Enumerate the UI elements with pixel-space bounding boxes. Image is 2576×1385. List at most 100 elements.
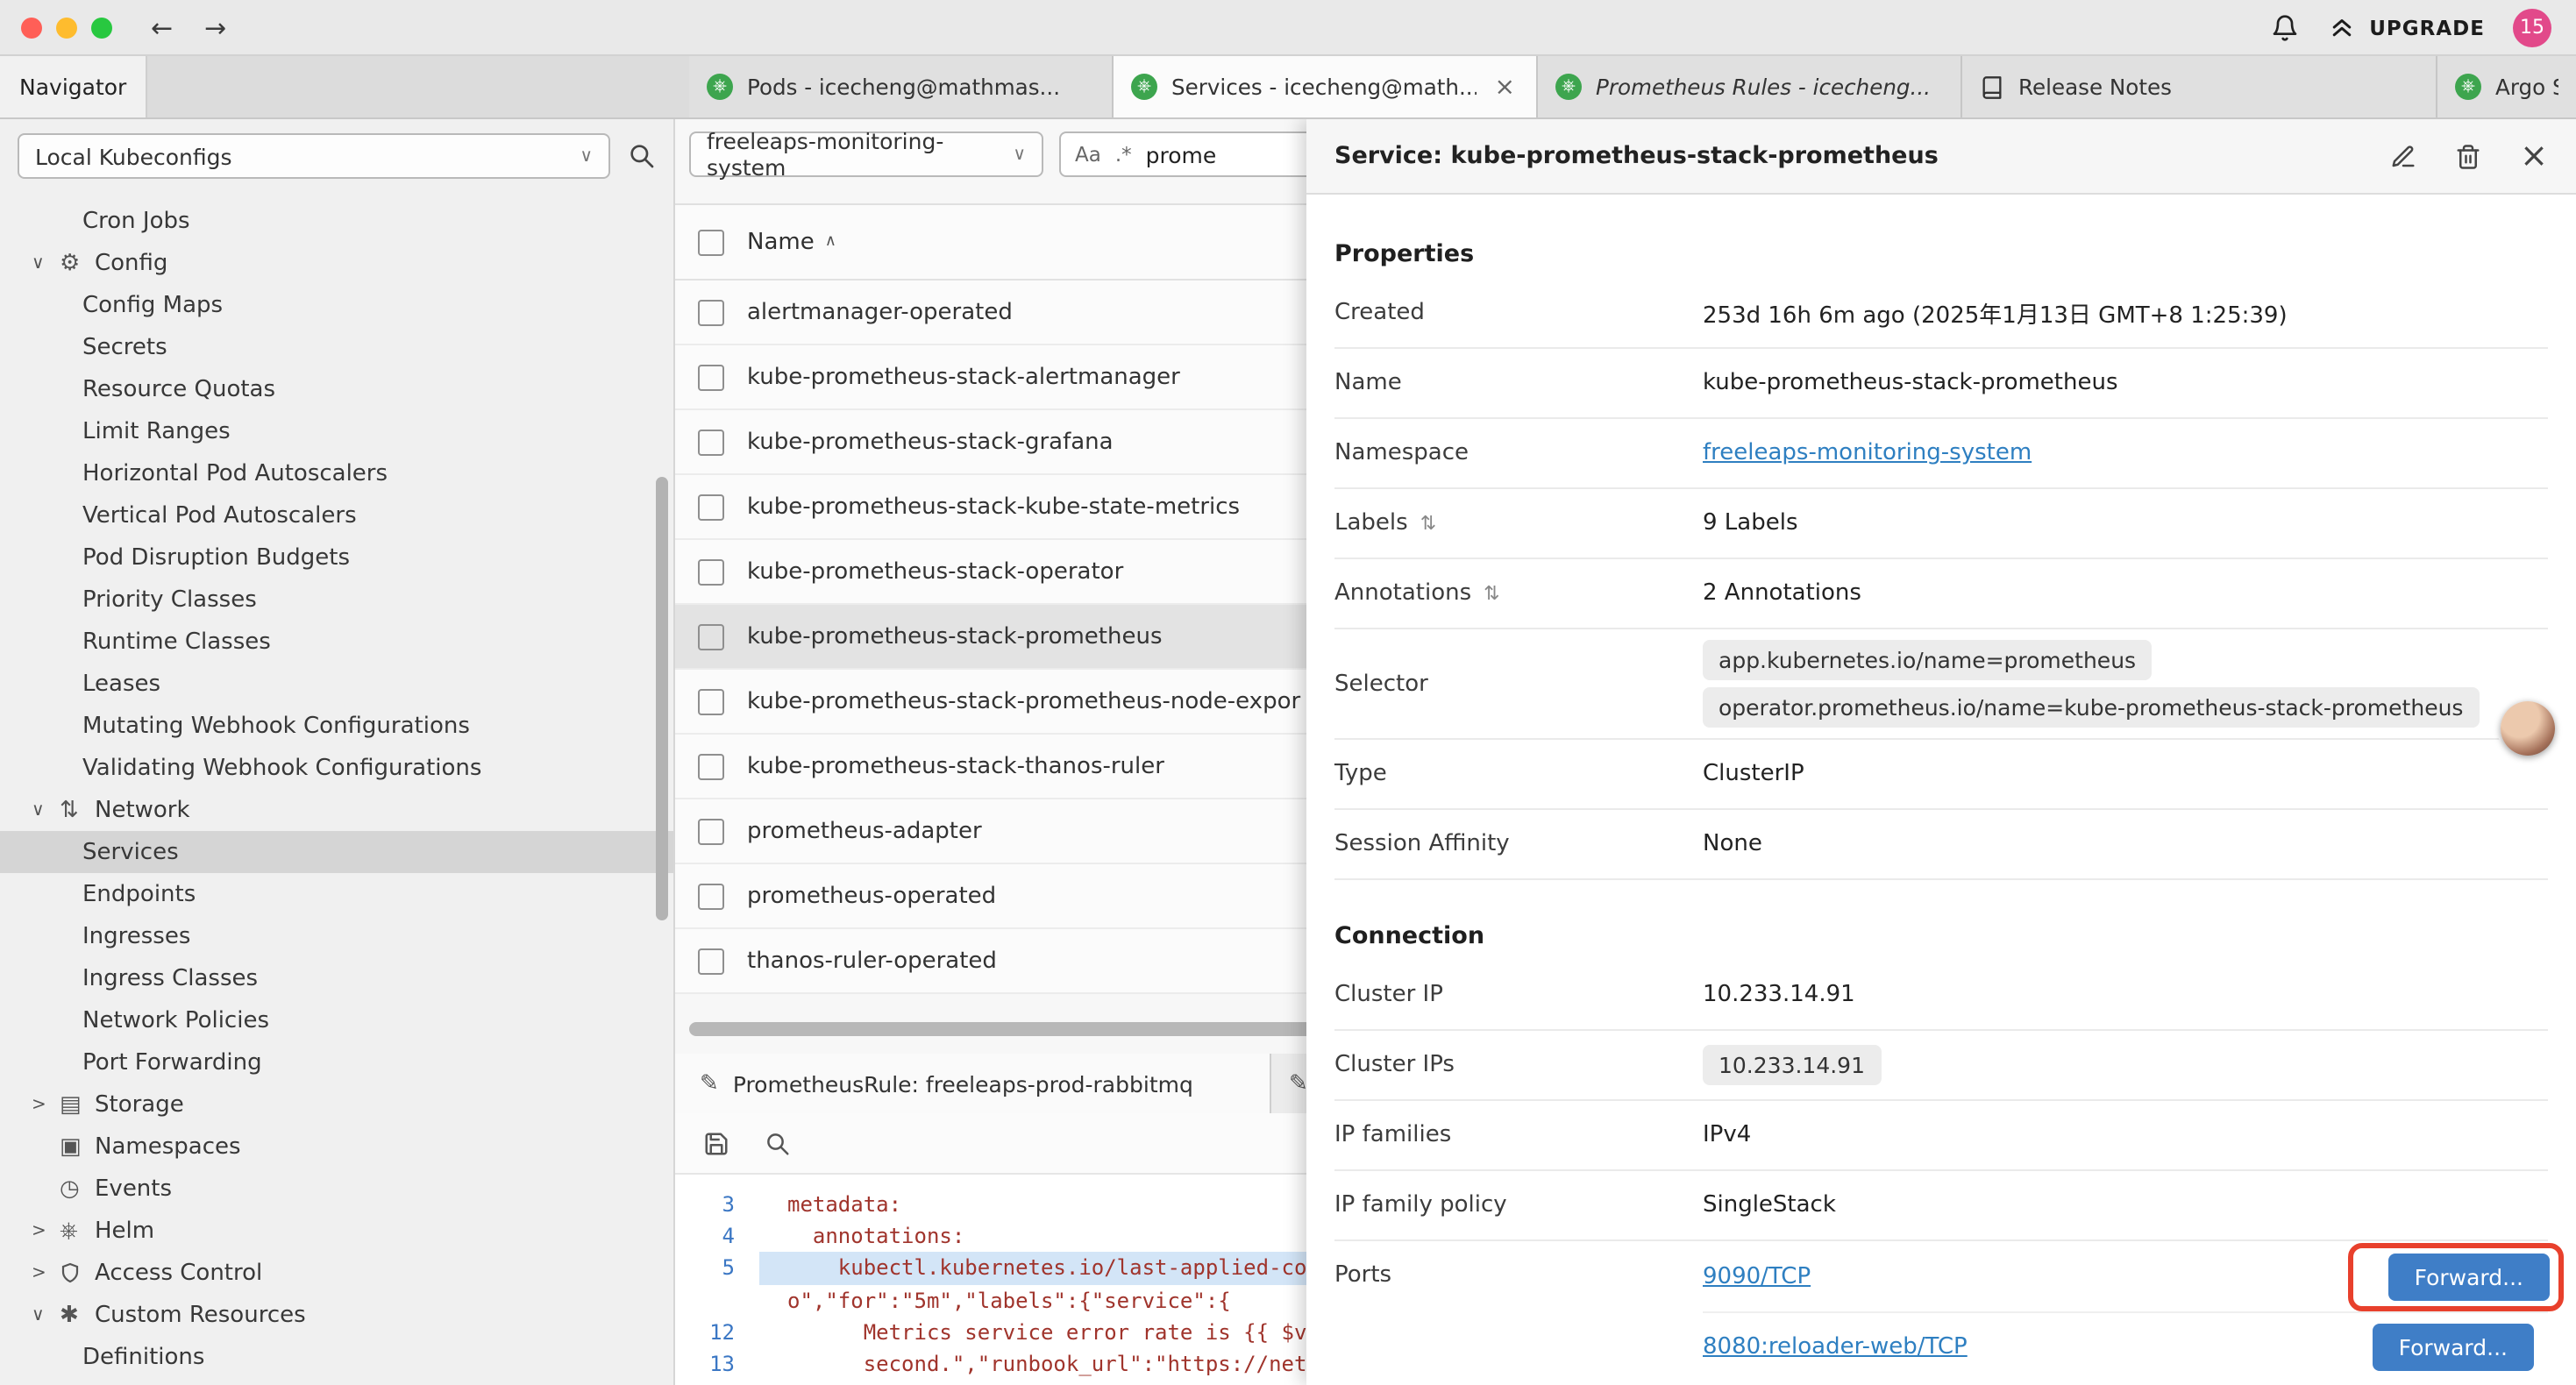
sidebar-item[interactable]: Leases: [0, 663, 673, 705]
row-checkbox[interactable]: [698, 753, 724, 779]
sidebar-item[interactable]: Config Maps: [0, 284, 673, 326]
sidebar-item[interactable]: ◷ Events: [0, 1168, 673, 1210]
sidebar-item-label: Cron Jobs: [82, 208, 190, 234]
document-tab[interactable]: ⎈ Pods - icecheng@mathmas... ×: [689, 56, 1114, 117]
sidebar-item[interactable]: Secrets: [0, 326, 673, 368]
port-row: 8080:reloader-web/TCP Forward...: [1703, 1313, 2548, 1380]
sidebar-item[interactable]: Cron Jobs: [0, 200, 673, 242]
row-checkbox[interactable]: [698, 299, 724, 325]
sidebar-item[interactable]: Priority Classes: [0, 579, 673, 621]
sidebar-item[interactable]: Resource Quotas: [0, 368, 673, 410]
namespace-filter[interactable]: freeleaps-monitoring-system ∨: [689, 131, 1043, 177]
property-row-cluster-ip: Cluster IP 10.233.14.91: [1334, 961, 2548, 1031]
namespace-link[interactable]: freeleaps-monitoring-system: [1703, 440, 2032, 466]
tab-label: Argo Se: [2495, 75, 2558, 99]
row-checkbox[interactable]: [698, 883, 724, 909]
session-affinity-value: None: [1703, 831, 1762, 857]
port-link[interactable]: 8080:reloader-web/TCP: [1703, 1333, 1968, 1360]
sidebar-item-icon: ✱: [60, 1302, 95, 1328]
namespace-filter-value: freeleaps-monitoring-system: [707, 128, 1013, 181]
sidebar-item[interactable]: > Access Control: [0, 1252, 673, 1294]
sidebar-item[interactable]: ∨ ✱ Custom Resources: [0, 1294, 673, 1336]
regex-toggle[interactable]: .*: [1115, 142, 1132, 167]
document-tab[interactable]: ⎈ Services - icecheng@math... ×: [1114, 56, 1538, 117]
back-icon[interactable]: ←: [151, 11, 173, 43]
row-checkbox[interactable]: [698, 494, 724, 520]
user-avatar[interactable]: [2501, 701, 2555, 756]
row-checkbox[interactable]: [698, 558, 724, 585]
sidebar-item[interactable]: Network Policies: [0, 999, 673, 1041]
forward-icon[interactable]: →: [204, 11, 226, 43]
sidebar-item-label: Leases: [82, 671, 160, 697]
sidebar-item[interactable]: Pod Disruption Budgets: [0, 536, 673, 579]
search-icon[interactable]: [765, 1130, 791, 1156]
select-all-checkbox[interactable]: [698, 229, 724, 255]
sidebar-item[interactable]: ∨ ⚙ Config: [0, 242, 673, 284]
port-link[interactable]: 9090/TCP: [1703, 1264, 1811, 1290]
row-checkbox[interactable]: [698, 429, 724, 455]
navigator-tab[interactable]: Navigator: [0, 56, 147, 117]
sidebar-item[interactable]: > ⎈ Helm: [0, 1210, 673, 1252]
drawer-body: Properties Created 253d 16h 6m ago (2025…: [1306, 195, 2576, 1385]
row-checkbox[interactable]: [698, 948, 724, 974]
sidebar-item-label: Limit Ranges: [82, 418, 231, 444]
sort-ascending-icon[interactable]: ∧: [825, 233, 836, 251]
bell-icon[interactable]: [2271, 13, 2299, 41]
name-column-header[interactable]: Name: [747, 229, 815, 255]
content-area: Local Kubeconfigs ∨ Cron Jobs ∨ ⚙ Config: [0, 119, 2576, 1385]
save-icon[interactable]: [703, 1130, 729, 1156]
expand-toggle-icon[interactable]: ⇅: [1420, 512, 1436, 535]
service-name: prometheus-adapter: [747, 818, 982, 844]
search-icon[interactable]: [628, 142, 656, 170]
sidebar-item[interactable]: Validating Webhook Configurations: [0, 747, 673, 789]
details-drawer: Service: kube-prometheus-stack-prometheu…: [1306, 119, 2576, 1385]
edit-icon[interactable]: [2390, 143, 2416, 169]
row-checkbox[interactable]: [698, 818, 724, 844]
expand-toggle-icon[interactable]: ⇅: [1484, 582, 1499, 605]
sidebar-item[interactable]: ∨ ⇅ Network: [0, 789, 673, 831]
sidebar-scrollbar[interactable]: [656, 477, 668, 920]
forward-button[interactable]: Forward...: [2388, 1254, 2550, 1301]
document-tab[interactable]: ⎈ Prometheus Rules - icecheng... ×: [1538, 56, 1962, 117]
minimize-window-button[interactable]: [56, 17, 77, 38]
sidebar-item-label: Vertical Pod Autoscalers: [82, 502, 357, 529]
line-number: [675, 1284, 759, 1316]
sidebar-item[interactable]: Ingress Classes: [0, 957, 673, 999]
service-name: kube-prometheus-stack-operator: [747, 558, 1123, 585]
document-tab[interactable]: ⎈ Argo Se ×: [2437, 56, 2576, 117]
match-case-toggle[interactable]: Aa: [1075, 142, 1101, 167]
sidebar-item[interactable]: Definitions: [0, 1336, 673, 1378]
sidebar-item[interactable]: Services: [0, 831, 673, 873]
sidebar-item[interactable]: Mutating Webhook Configurations: [0, 705, 673, 747]
row-checkbox[interactable]: [698, 364, 724, 390]
trash-icon[interactable]: [2455, 143, 2481, 169]
notification-badge[interactable]: 15: [2513, 8, 2551, 46]
sidebar-item[interactable]: Runtime Classes: [0, 621, 673, 663]
upgrade-button[interactable]: UPGRADE: [2327, 14, 2485, 40]
sidebar-item[interactable]: Horizontal Pod Autoscalers: [0, 452, 673, 494]
close-icon[interactable]: ×: [2520, 139, 2548, 173]
sidebar-item[interactable]: Port Forwarding: [0, 1041, 673, 1083]
sidebar-item[interactable]: Endpoints: [0, 873, 673, 915]
row-checkbox[interactable]: [698, 623, 724, 650]
tab-close-icon[interactable]: ×: [1491, 73, 1519, 101]
sidebar-item-label: Ingress Classes: [82, 965, 258, 991]
tab-spacer: [147, 56, 689, 117]
sidebar-item-label: Definitions: [82, 1344, 204, 1370]
sidebar-item[interactable]: ▣ Namespaces: [0, 1126, 673, 1168]
kubeconfig-selector[interactable]: Local Kubeconfigs ∨: [18, 133, 610, 179]
maximize-window-button[interactable]: [91, 17, 112, 38]
forward-button[interactable]: Forward...: [2373, 1323, 2534, 1370]
document-tab[interactable]: Release Notes ×: [1962, 56, 2437, 117]
sidebar-item-label: Horizontal Pod Autoscalers: [82, 460, 388, 487]
close-window-button[interactable]: [21, 17, 42, 38]
sidebar-item-label: Access Control: [95, 1260, 262, 1286]
sidebar-item[interactable]: > ▤ Storage: [0, 1083, 673, 1126]
sidebar-item[interactable]: Limit Ranges: [0, 410, 673, 452]
sidebar-item[interactable]: Ingresses: [0, 915, 673, 957]
edit-icon: ✎: [700, 1070, 719, 1097]
row-checkbox[interactable]: [698, 688, 724, 714]
sidebar-item[interactable]: Vertical Pod Autoscalers: [0, 494, 673, 536]
dock-tab[interactable]: ✎ PrometheusRule: freeleaps-prod-rabbitm…: [675, 1054, 1271, 1113]
chevron-icon: ∨: [32, 800, 60, 820]
